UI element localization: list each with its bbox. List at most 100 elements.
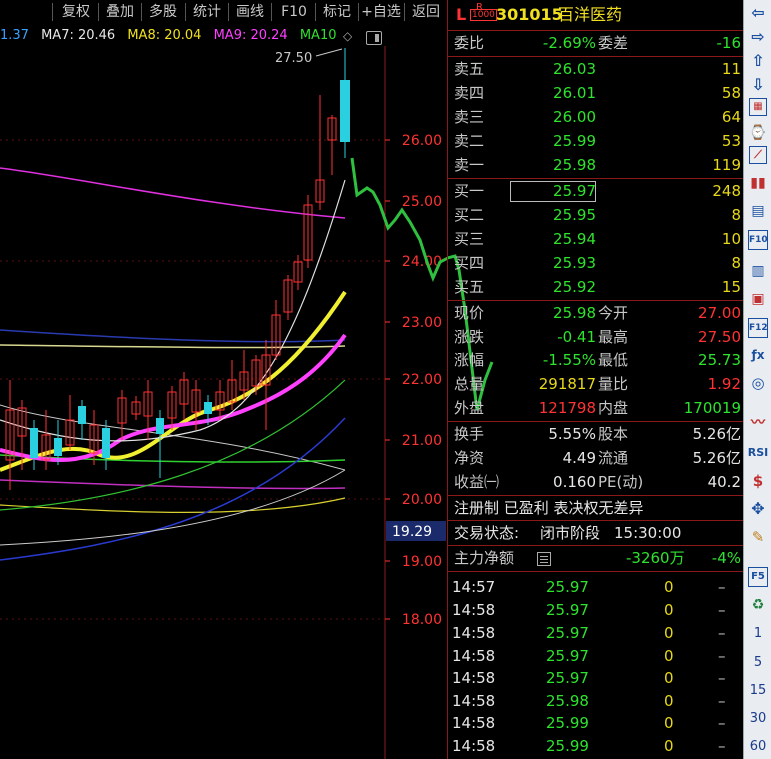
stock-code: 301015 [496, 5, 563, 24]
toolbar-fuquan-button[interactable]: 复权 [56, 2, 96, 22]
stock-tags: 注册制 已盈利 表决权无差异 [454, 499, 644, 517]
pencil-icon[interactable]: ✎ [747, 526, 769, 548]
bid-volume: 10 [721, 230, 741, 248]
ask-volume: 11 [721, 60, 741, 78]
divider [448, 421, 744, 422]
bid-price: 25.92 [553, 278, 596, 296]
candle-down [78, 406, 86, 424]
fundamental-label: 换手 [454, 425, 485, 443]
ask-price: 26.00 [553, 108, 596, 126]
candlestick-icon[interactable]: ▮▮ [747, 172, 769, 194]
fundamental-label: 收益㈠ [454, 473, 500, 491]
bid-row[interactable]: 买四 25.93 8 [448, 252, 744, 275]
tick-direction: – [718, 692, 726, 710]
toolbar-mark-button[interactable]: 标记 [317, 2, 357, 22]
rsi-icon[interactable]: RSI [747, 442, 769, 464]
bookmark-icon[interactable]: ▣ [747, 288, 769, 310]
trade-status-value: 闭市阶段 [540, 524, 601, 542]
bid-row[interactable]: 买五 25.92 15 [448, 276, 744, 299]
ask-label: 卖四 [454, 84, 485, 102]
bid-price: 25.93 [553, 254, 596, 272]
divider [448, 571, 744, 572]
trade-status-time: 15:30:00 [614, 524, 682, 542]
ask-row[interactable]: 卖一 25.98 119 [448, 154, 744, 177]
candlestick-chart[interactable]: 26.00 25.00 24.00 23.00 22.00 21.00 20.0… [0, 46, 447, 759]
arrow-left-icon[interactable]: ⇦ [747, 2, 769, 24]
quote-label: 总量 [454, 375, 485, 393]
diamond-icon[interactable]: ◇ [343, 28, 357, 44]
price-tick-label: 20.00 [402, 492, 442, 508]
toolbar-f10-button[interactable]: F10 [274, 2, 314, 22]
tick-volume: 0 [664, 669, 674, 687]
toolbar-multi-stock-button[interactable]: 多股 [143, 2, 183, 22]
recycle-icon[interactable]: ♻ [747, 594, 769, 616]
tick-volume: 0 [664, 601, 674, 619]
order-ratio-value: -2.69% [542, 34, 596, 52]
arrow-down-icon[interactable]: ⇩ [747, 74, 769, 96]
fundamental-label: 股本 [598, 425, 629, 443]
dollar-icon[interactable]: $ [747, 470, 769, 492]
ask-row[interactable]: 卖四 26.01 58 [448, 82, 744, 105]
wave-icon[interactable]: 〰 [747, 412, 769, 434]
move-icon[interactable]: ✥ [747, 498, 769, 520]
ma-line-long [0, 167, 346, 219]
time-share-icon[interactable]: ⌚ [747, 122, 769, 144]
toolbar-draw-button[interactable]: 画线 [230, 2, 270, 22]
ask-row[interactable]: 卖三 26.00 64 [448, 106, 744, 129]
quote-value: -0.41 [557, 328, 596, 346]
period-15-button[interactable]: 15 [744, 683, 771, 698]
main-flow-row[interactable]: 主力净额 -3260万 -4% [448, 547, 744, 570]
bid-row[interactable]: 买二 25.95 8 [448, 204, 744, 227]
list-icon[interactable] [537, 552, 551, 566]
tick-volume: 0 [664, 692, 674, 710]
bid-volume: 248 [712, 182, 741, 200]
ask-row[interactable]: 卖五 26.03 11 [448, 58, 744, 81]
quote-value: 291817 [538, 375, 596, 393]
ask-volume: 58 [721, 84, 741, 102]
bid-row[interactable]: 买一 25.97 248 [448, 180, 744, 203]
fx-icon[interactable]: ƒx [747, 344, 769, 366]
period-30-button[interactable]: 30 [744, 711, 771, 726]
toolbar-stats-button[interactable]: 统计 [187, 2, 227, 22]
tick-time: 14:58 [452, 737, 496, 755]
f10-icon[interactable]: F10 [748, 230, 768, 250]
toolbar-overlay-button[interactable]: 叠加 [100, 2, 140, 22]
arrow-up-icon[interactable]: ⇧ [747, 50, 769, 72]
grid-icon[interactable]: ▦ [749, 98, 767, 116]
collapse-panel-icon[interactable] [366, 31, 382, 45]
ask-price: 26.01 [553, 84, 596, 102]
ma8-line [0, 290, 347, 472]
tick-direction: – [718, 624, 726, 642]
period-1-button[interactable]: 1 [744, 626, 771, 641]
order-diff-value: -16 [716, 34, 742, 52]
candle-down [30, 428, 38, 458]
refresh-icon[interactable]: ◎ [747, 372, 769, 394]
notes-icon[interactable]: ▤ [747, 200, 769, 222]
current-price-marker-label: 19.29 [392, 524, 432, 540]
period-60-button[interactable]: 60 [744, 739, 771, 754]
tick-direction: – [718, 601, 726, 619]
list-doc-icon[interactable]: ▥ [747, 260, 769, 282]
f5-icon[interactable]: F5 [748, 567, 768, 587]
ma-legend-item: MA9: 20.24 [213, 28, 288, 43]
toolbar-add-watchlist-button[interactable]: +自选 [359, 2, 403, 22]
bid-row[interactable]: 买三 25.94 10 [448, 228, 744, 251]
fundamental-row: 收益㈠ 0.160 PE(动) 40.2 [448, 471, 744, 494]
tick-volume: 0 [664, 624, 674, 642]
ask-volume: 53 [721, 132, 741, 150]
ask-row[interactable]: 卖二 25.99 53 [448, 130, 744, 153]
quote-value: 1.92 [707, 375, 741, 393]
trade-status-row: 交易状态: 闭市阶段 15:30:00 [448, 522, 744, 545]
toolbar-separator [185, 3, 186, 21]
divider [448, 520, 744, 521]
f12-icon[interactable]: F12 [748, 318, 768, 338]
arrow-right-icon[interactable]: ⇨ [747, 26, 769, 48]
fundamental-label: 流通 [598, 449, 629, 467]
trend-line-icon[interactable]: ⟋ [749, 146, 767, 164]
tick-price: 25.99 [546, 737, 589, 755]
bid-label: 买三 [454, 230, 485, 248]
period-5-button[interactable]: 5 [744, 655, 771, 670]
quote-row: 总量 291817 量比 1.92 [448, 373, 744, 396]
ask-volume: 64 [721, 108, 741, 126]
ask-volume: 119 [712, 156, 741, 174]
